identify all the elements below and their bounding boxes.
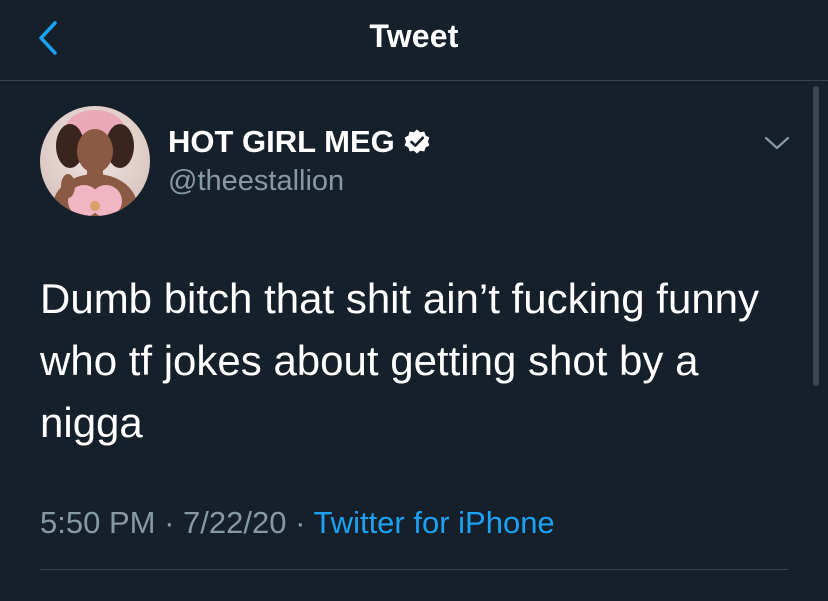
scrollbar[interactable]: [813, 86, 819, 386]
divider: [40, 569, 788, 570]
author-handle[interactable]: @theestallion: [168, 165, 344, 198]
meta-separator: ·: [155, 505, 184, 540]
tweet-menu-button[interactable]: [760, 128, 794, 158]
tweet-meta: 5:50 PM · 7/22/20 · Twitter for iPhone: [40, 505, 555, 541]
tweet-time: 5:50 PM: [40, 505, 156, 540]
meta-separator: ·: [286, 505, 314, 540]
top-bar: Tweet: [0, 0, 828, 81]
tweet-text: Dumb bitch that shit ain’t fucking funny…: [40, 275, 760, 446]
chevron-down-icon: [764, 136, 790, 150]
avatar[interactable]: [40, 106, 150, 216]
author-name-row[interactable]: HOT GIRL MEG: [168, 124, 431, 160]
author-name[interactable]: HOT GIRL MEG: [168, 124, 395, 160]
page-title: Tweet: [369, 18, 459, 54]
verified-badge-icon: [404, 129, 430, 154]
avatar-image: [40, 106, 150, 216]
tweet-date: 7/22/20: [183, 505, 287, 540]
tweet-source-link[interactable]: Twitter for iPhone: [313, 505, 554, 540]
